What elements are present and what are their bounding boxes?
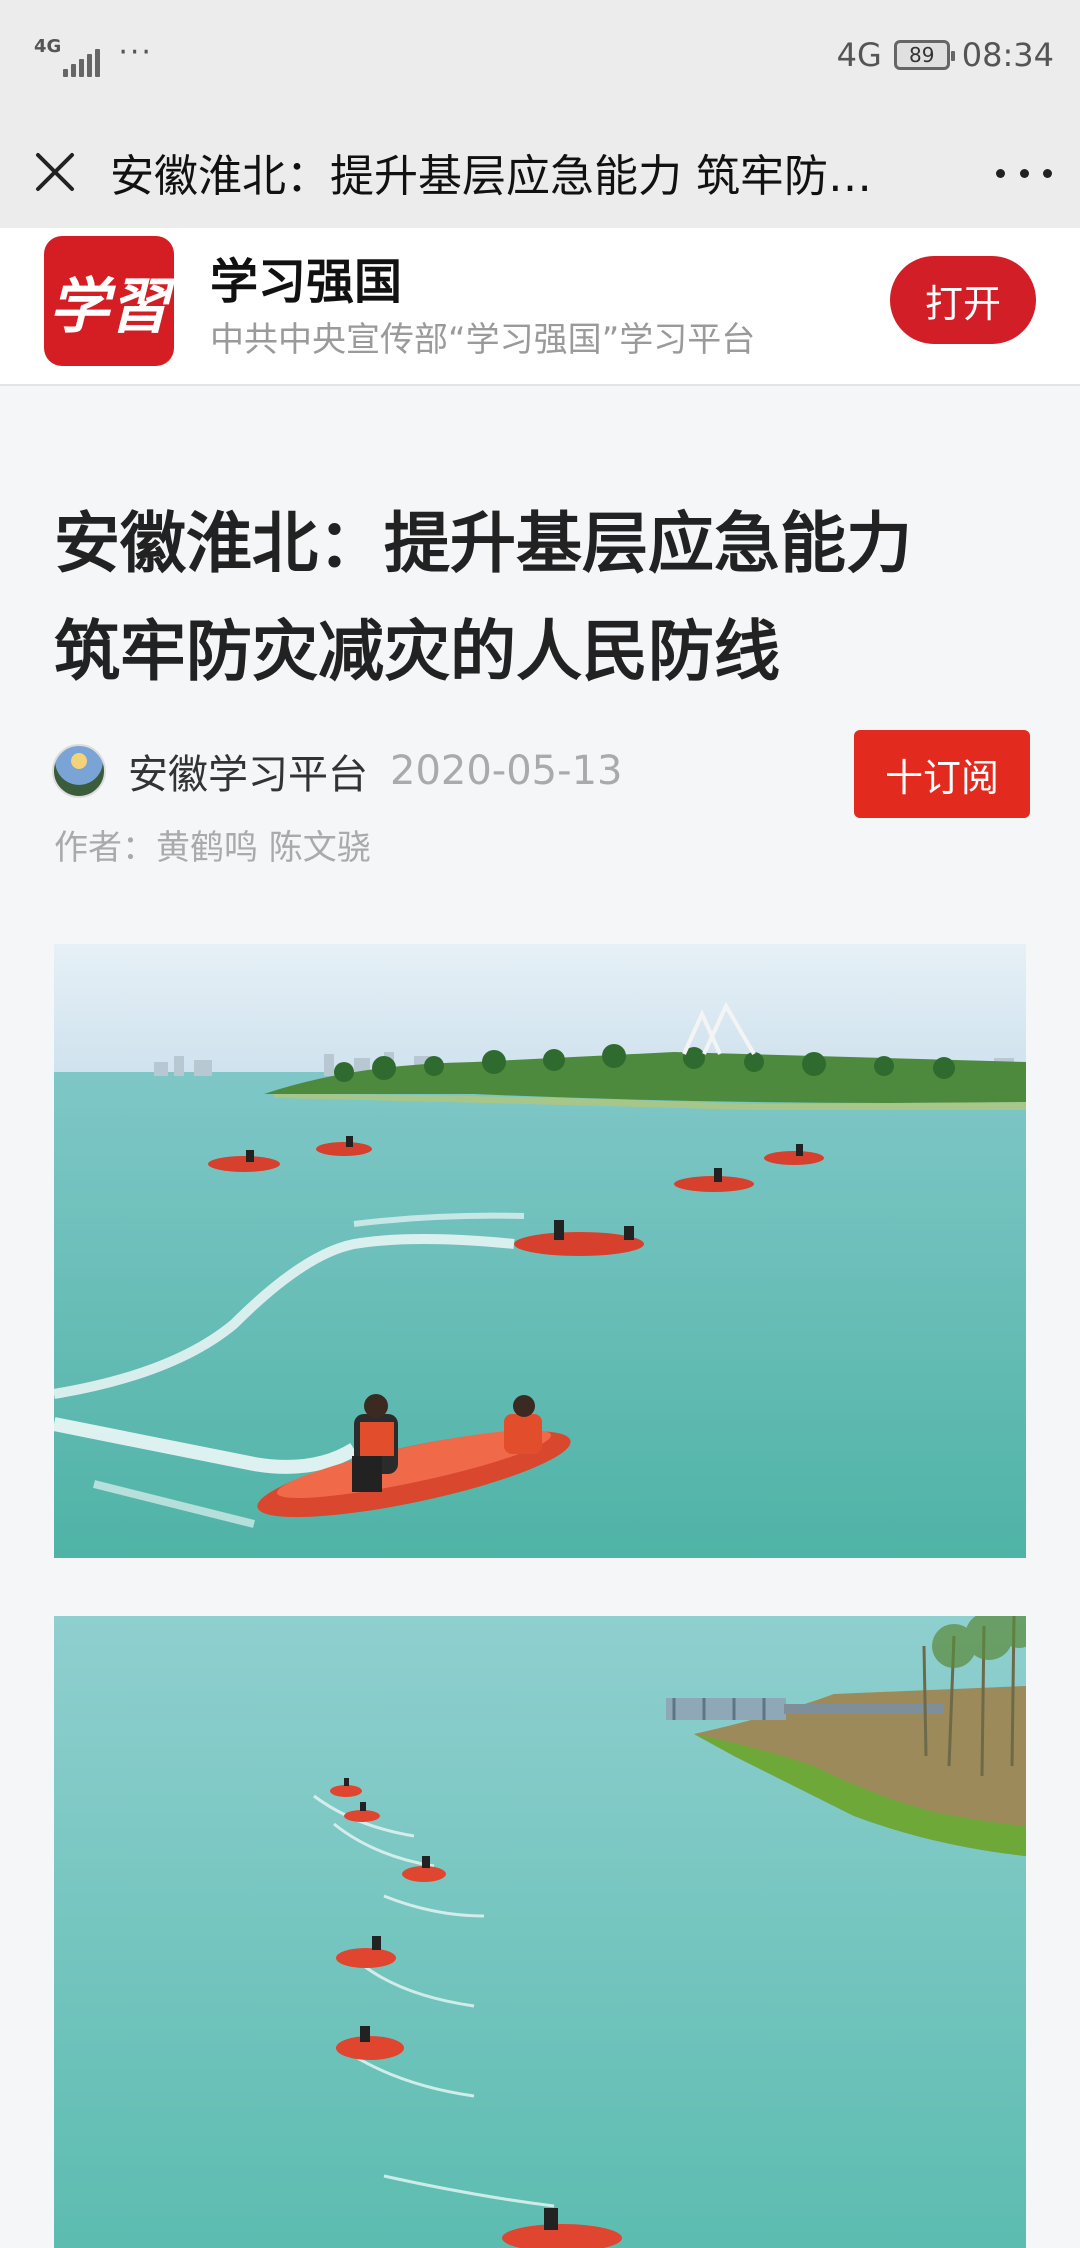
app-download-banner: 学習 学习强国 中共中央宣传部“学习强国”学习平台 打开	[0, 228, 1080, 386]
article-title-line2: 筑牢防灾减灾的人民防线	[54, 613, 780, 690]
more-options-button[interactable]	[996, 148, 1052, 198]
article-photo-boats-line	[54, 1616, 1026, 2248]
publish-date: 2020-05-13	[390, 748, 623, 794]
network-type-right: 4G	[836, 36, 882, 74]
app-description: 中共中央宣传部“学习强国”学习平台	[210, 320, 756, 360]
close-icon	[36, 153, 74, 191]
open-app-button[interactable]: 打开	[890, 256, 1036, 344]
network-type: 4G	[34, 36, 62, 57]
app-logo-text: 学習	[49, 271, 169, 342]
subscribe-button[interactable]: 十订阅	[854, 730, 1030, 818]
article-authors: 作者：黄鹤鸣 陈文骁	[54, 828, 371, 868]
dot-icon	[996, 168, 1005, 178]
battery-level: 89	[909, 43, 935, 67]
app-name: 学习强国	[210, 254, 403, 310]
status-bar: 4G ··· 4G 89 08:34	[0, 0, 1080, 116]
close-button[interactable]	[0, 116, 110, 228]
dot-icon	[1043, 168, 1052, 178]
source-avatar[interactable]	[52, 744, 106, 798]
battery-icon: 89	[893, 40, 955, 70]
notification-dots-icon: ···	[118, 35, 153, 70]
signal-icon	[63, 47, 101, 77]
signal-indicator: 4G ···	[34, 36, 153, 77]
page-title: 安徽淮北：提升基层应急能力 筑牢防灾减灾的人民防线	[110, 151, 910, 202]
browser-title-bar: 安徽淮北：提升基层应急能力 筑牢防灾减灾的人民防线	[0, 116, 1080, 228]
article-title-line1: 安徽淮北：提升基层应急能力	[54, 505, 912, 582]
article-photo-boats-wide	[54, 944, 1026, 1558]
dot-icon	[1019, 168, 1029, 178]
source-name[interactable]: 安徽学习平台	[128, 742, 368, 800]
article-meta: 安徽学习平台 2020-05-13	[52, 742, 622, 800]
article-title: 安徽淮北：提升基层应急能力 筑牢防灾减灾的人民防线	[54, 490, 1044, 706]
clock: 08:34	[961, 36, 1054, 74]
app-logo: 学習	[44, 236, 174, 366]
status-right: 4G 89 08:34	[837, 36, 1054, 74]
